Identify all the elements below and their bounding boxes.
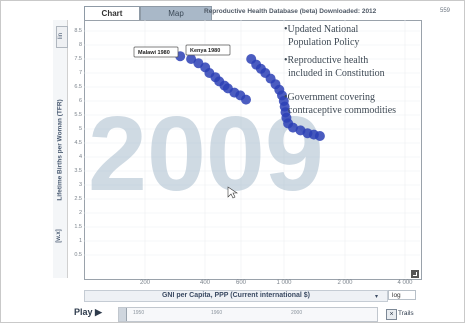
x-axis-label: GNI per Capita, PPP (Current internation… [161, 292, 311, 299]
x-axis-selector[interactable]: GNI per Capita, PPP (Current internation… [84, 290, 388, 302]
bubble-kenya[interactable] [314, 131, 325, 141]
timeline-tick: 2000 [291, 310, 303, 316]
y-tick: 6 [78, 98, 82, 104]
y-axis-label[interactable]: Lifetime Births per Woman (TFR) [57, 99, 64, 200]
x-tick: 1 000 [276, 280, 292, 286]
callout-label: Kenya 1980 [190, 48, 220, 54]
x-tick: 200 [139, 280, 151, 286]
y-tick: 2 [78, 210, 82, 216]
timeline-tick: 1960 [211, 310, 223, 316]
x-tick: 400 [199, 280, 211, 286]
annotation-line: •Government covering [284, 92, 375, 103]
bubble-malawi[interactable] [241, 94, 251, 105]
y-tick: 7 [78, 70, 82, 76]
annotation-line: •Reproductive health [284, 55, 368, 66]
y-tick: 5.5 [74, 112, 82, 118]
y-axis-unit: [w.x] [56, 229, 62, 243]
callout-kenya[interactable]: Kenya 1980 [185, 44, 231, 56]
y-tick: 8.5 [74, 28, 82, 34]
x-tick: 600 [235, 280, 247, 286]
annotation-line: included in Constitution [288, 68, 385, 79]
trails-label: Trails [398, 310, 414, 317]
trails-checkbox[interactable]: × [386, 309, 397, 320]
x-tick: 2 000 [337, 280, 353, 286]
y-tick: 5 [78, 126, 82, 132]
header-count: 559 [440, 8, 451, 14]
annotation-line: •Updated National [284, 24, 359, 35]
tab-map[interactable]: Map [140, 6, 212, 21]
annotations: •Updated National Population Policy •Rep… [284, 24, 396, 116]
annotation-line: contraceptive commodities [288, 105, 396, 116]
x-tick: 4 000 [397, 280, 413, 286]
play-button[interactable]: Play ▶ [74, 307, 116, 321]
tab-chart[interactable]: Chart [84, 6, 140, 21]
callout-malawi[interactable]: Malawi 1980 [133, 46, 179, 58]
y-tick: 6.5 [74, 84, 82, 90]
y-tick: 3.5 [74, 168, 82, 174]
expand-icon[interactable] [411, 270, 419, 278]
y-tick: 2.5 [74, 196, 82, 202]
callout-label: Malawi 1980 [138, 50, 170, 56]
database-title: Reproductive Health Database (beta) Down… [204, 8, 377, 15]
y-scale-label: lin [58, 32, 64, 40]
x-scale-select[interactable]: log [388, 290, 416, 300]
y-tick: 1.5 [74, 224, 82, 230]
y-tick: 0.5 [74, 252, 82, 258]
y-tick: 3 [78, 182, 82, 188]
time-slider[interactable]: 1950 1960 2000 [118, 307, 378, 322]
y-tick: 4 [78, 154, 82, 160]
chevron-down-icon[interactable]: ▾ [375, 293, 378, 300]
bubble-chart[interactable]: 2009 •Updated National Population Policy… [84, 20, 420, 278]
annotation-line: Population Policy [288, 37, 359, 48]
y-tick: 7.5 [74, 56, 82, 62]
timeline-tick: 1950 [133, 310, 145, 316]
slider-handle[interactable] [119, 308, 127, 321]
y-tick: 8 [78, 42, 82, 48]
y-tick: 4.5 [74, 140, 82, 146]
y-tick: 1 [78, 238, 82, 244]
